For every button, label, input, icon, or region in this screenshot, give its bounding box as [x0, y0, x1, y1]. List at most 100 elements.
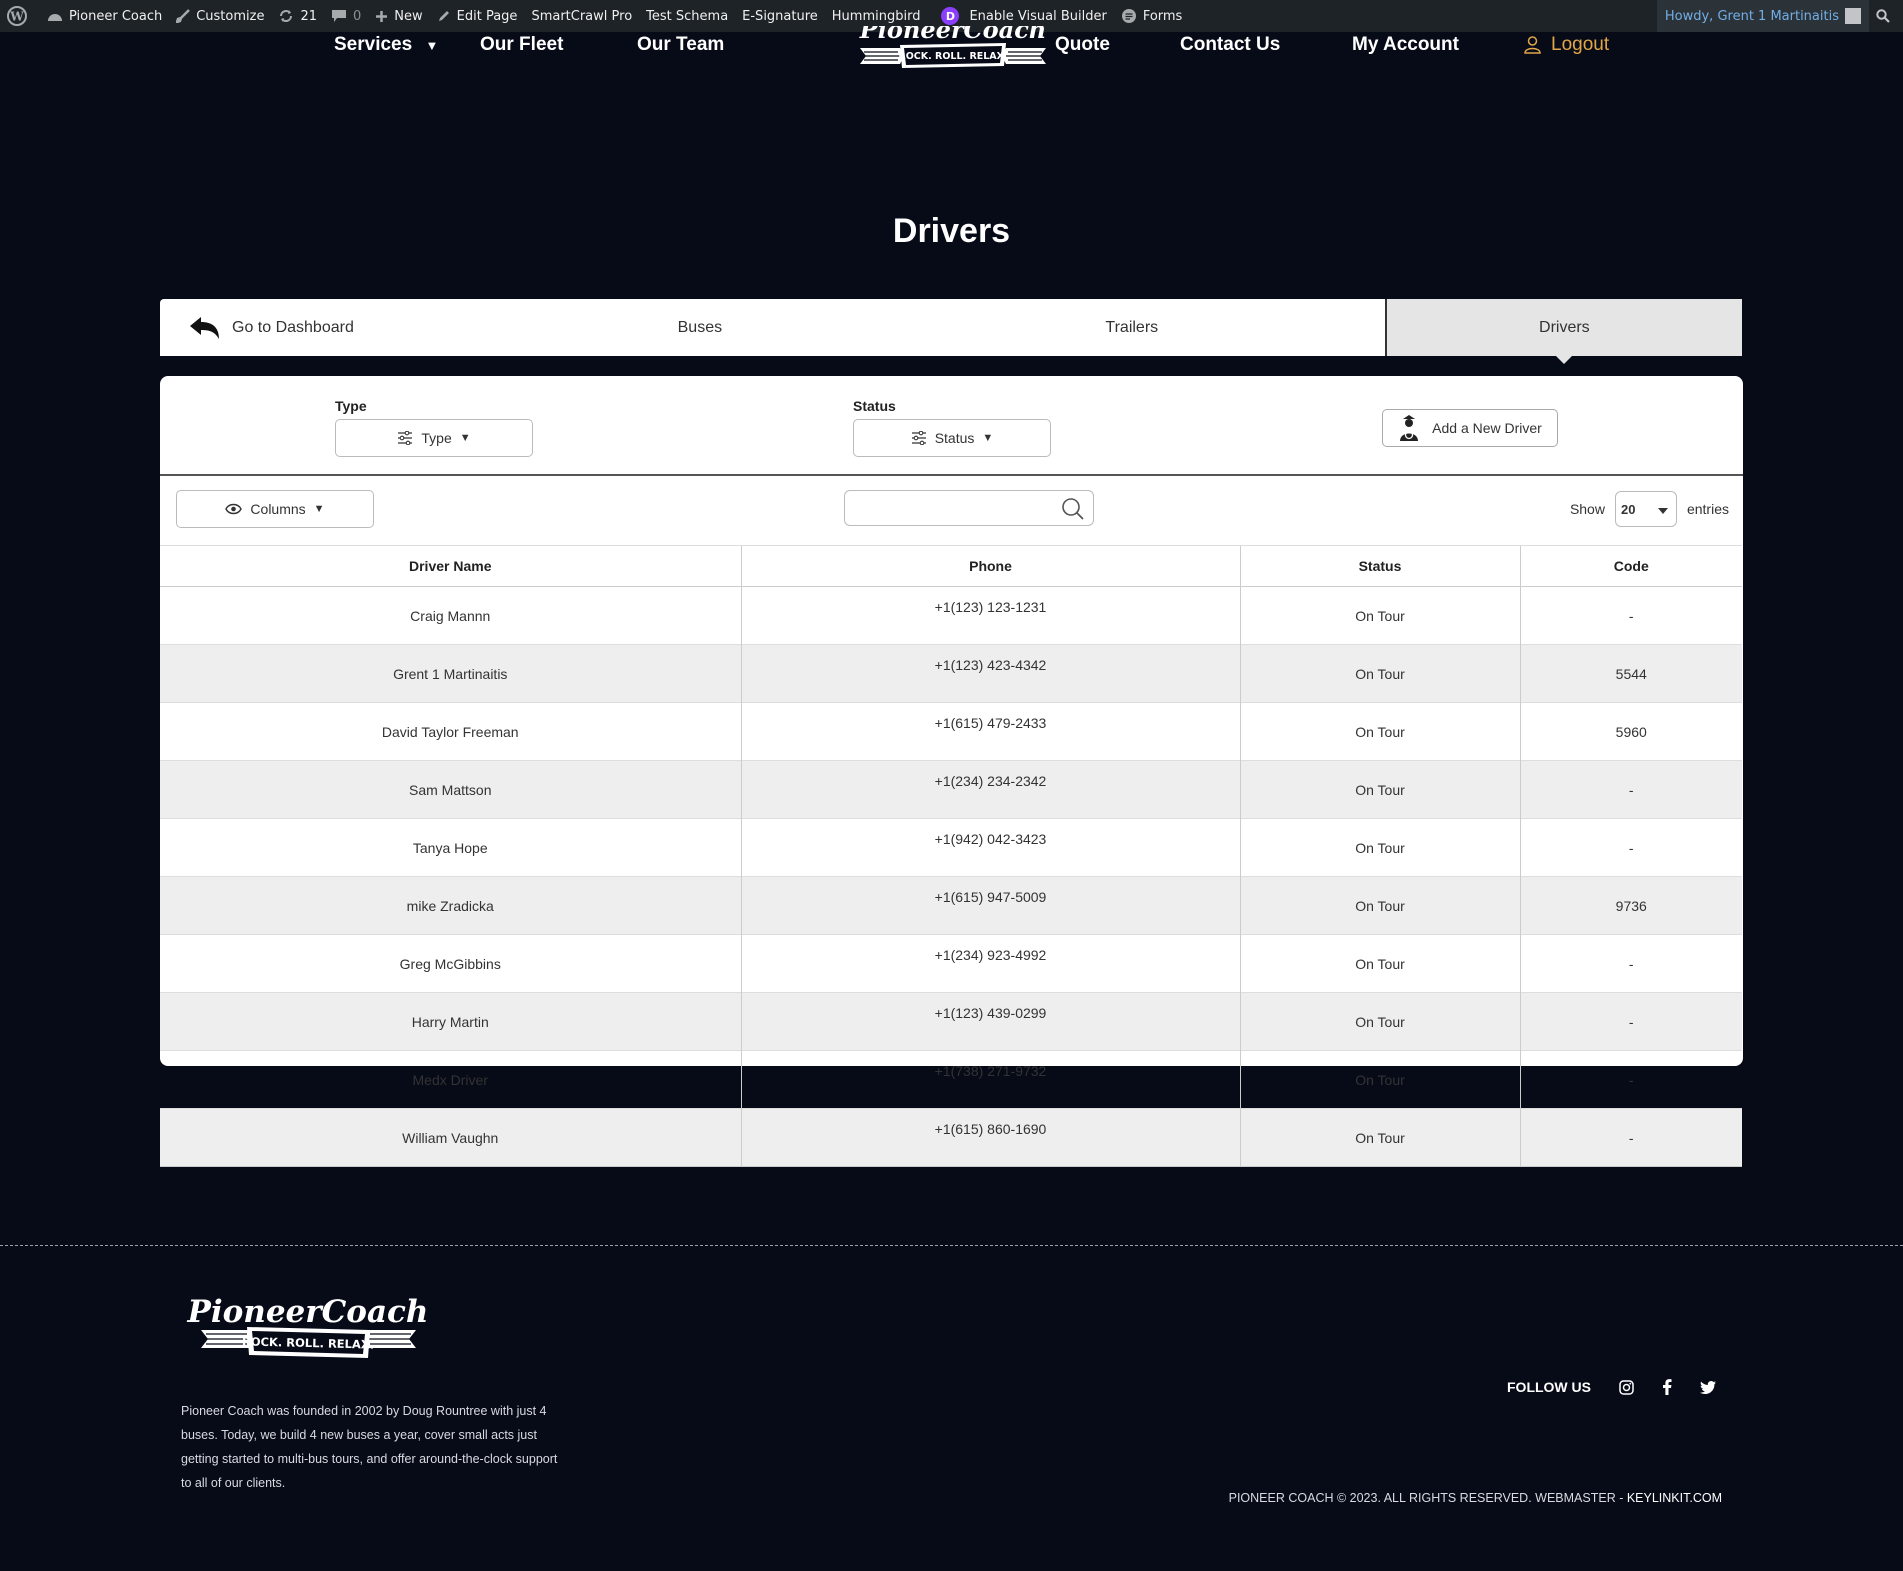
- table-row[interactable]: Greg McGibbins +1(234) 923-4992 On Tour -: [160, 934, 1742, 993]
- admin-new[interactable]: New: [368, 0, 429, 32]
- tab-buses[interactable]: Buses: [521, 299, 879, 356]
- code-cell: 9736: [1519, 876, 1742, 935]
- updates-icon: [280, 10, 293, 22]
- tab-trailers-label: Trailers: [1105, 318, 1159, 336]
- column-header-code[interactable]: Code: [1519, 545, 1742, 587]
- nav-quote[interactable]: Quote: [1055, 34, 1110, 56]
- admin-forms[interactable]: Forms: [1114, 0, 1190, 32]
- admin-howdy-label: Howdy, Grent 1 Martinaitis: [1664, 8, 1839, 24]
- driver-name-cell: Grent 1 Martinaitis: [160, 644, 741, 703]
- phone-cell: +1(234) 234-2342: [740, 760, 1240, 819]
- table-row[interactable]: Tanya Hope +1(942) 042-3423 On Tour -: [160, 818, 1742, 877]
- follow-us-label: FOLLOW US: [1507, 1379, 1591, 1395]
- nav-services[interactable]: Services ▼: [334, 34, 438, 56]
- footer-logo-text: PioneerCoach: [187, 1294, 429, 1330]
- tab-go-to-dashboard[interactable]: Go to Dashboard: [160, 299, 521, 356]
- column-header-driver-name[interactable]: Driver Name: [160, 545, 741, 587]
- table-row[interactable]: Medx Driver +1(738) 271-9732 On Tour -: [160, 1050, 1742, 1109]
- code-cell: 5960: [1519, 702, 1742, 761]
- table-row[interactable]: Craig Mannn +1(123) 123-1231 On Tour -: [160, 586, 1742, 645]
- admin-visual-builder-label: Enable Visual Builder: [969, 8, 1107, 24]
- show-entries: Show 20 entries: [1570, 490, 1729, 528]
- nav-logout[interactable]: Logout: [1524, 34, 1609, 56]
- page-title: Drivers: [892, 212, 1011, 250]
- status-cell: On Tour: [1239, 934, 1520, 993]
- table-row[interactable]: mike Zradicka +1(615) 947-5009 On Tour 9736: [160, 876, 1742, 935]
- columns-toggle-button[interactable]: Columns ▼: [176, 490, 374, 528]
- admin-hummingbird-label: Hummingbird: [831, 8, 921, 24]
- caret-down-icon: ▼: [313, 503, 325, 515]
- admin-edit-page-label: Edit Page: [456, 8, 518, 24]
- admin-edit-page[interactable]: Edit Page: [430, 0, 525, 32]
- tab-trailers[interactable]: Trailers: [879, 299, 1385, 356]
- nav-our-team[interactable]: Our Team: [637, 34, 724, 56]
- phone-cell: +1(738) 271-9732: [740, 1050, 1240, 1109]
- admin-updates[interactable]: 21: [271, 0, 324, 32]
- driver-name-cell: mike Zradicka: [160, 876, 741, 935]
- status-cell: On Tour: [1239, 876, 1520, 935]
- admin-test-schema[interactable]: Test Schema: [639, 0, 735, 32]
- admin-esignature[interactable]: E-Signature: [735, 0, 825, 32]
- table-search: [844, 490, 1094, 526]
- forms-icon: [1121, 9, 1136, 23]
- nav-our-fleet[interactable]: Our Fleet: [480, 34, 563, 56]
- sliders-icon: [398, 431, 413, 445]
- wordpress-logo-icon[interactable]: W: [0, 0, 40, 32]
- admin-smartcrawl[interactable]: SmartCrawl Pro: [524, 0, 639, 32]
- column-header-status[interactable]: Status: [1239, 545, 1520, 587]
- drivers-panel: Type Type ▼ Status Status ▼ Add a New Dr…: [160, 376, 1743, 1167]
- driver-name-cell: Tanya Hope: [160, 818, 741, 877]
- admin-search-icon[interactable]: [1869, 0, 1903, 32]
- caret-down-icon: ▼: [982, 432, 994, 444]
- footer-logo[interactable]: PioneerCoach ROCK. ROLL. RELAX.: [181, 1292, 436, 1360]
- add-new-driver-button[interactable]: Add a New Driver: [1382, 409, 1558, 447]
- table-row[interactable]: William Vaughn +1(615) 860-1690 On Tour -: [160, 1108, 1742, 1167]
- driver-name-cell: Harry Martin: [160, 992, 741, 1051]
- eye-icon: [225, 503, 243, 515]
- search-input[interactable]: [855, 492, 1059, 524]
- driver-icon: [1400, 415, 1419, 441]
- table-row[interactable]: Sam Mattson +1(234) 234-2342 On Tour -: [160, 760, 1742, 819]
- brush-icon: [176, 9, 191, 23]
- type-filter-select[interactable]: Type ▼: [335, 419, 533, 457]
- table-row[interactable]: Grent 1 Martinaitis +1(123) 423-4342 On To…: [160, 644, 1742, 703]
- add-new-driver-label: Add a New Driver: [1432, 420, 1542, 436]
- webmaster-link[interactable]: KEYLINKIT.COM: [1627, 1491, 1722, 1505]
- admin-account-menu[interactable]: Howdy, Grent 1 Martinaitis: [1656, 0, 1869, 32]
- facebook-icon[interactable]: [1662, 1379, 1672, 1395]
- search-icon[interactable]: [1061, 497, 1085, 521]
- show-label: Show: [1569, 501, 1605, 517]
- nav-services-label: Services: [334, 34, 413, 55]
- column-header-phone[interactable]: Phone: [740, 545, 1240, 587]
- admin-site-name[interactable]: Pioneer Coach: [40, 0, 169, 32]
- status-filter-select[interactable]: Status ▼: [853, 419, 1051, 457]
- nav-logout-label: Logout: [1551, 34, 1610, 55]
- footer-divider: [0, 1245, 1903, 1246]
- table-row[interactable]: David Taylor Freeman +1(615) 479-2433 On T…: [160, 702, 1742, 761]
- table-row[interactable]: Harry Martin +1(123) 439-0299 On Tour -: [160, 992, 1742, 1051]
- admin-forms-label: Forms: [1142, 8, 1183, 24]
- nav-my-account[interactable]: My Account: [1352, 34, 1459, 56]
- driver-name-cell: William Vaughn: [160, 1108, 741, 1167]
- header-logo[interactable]: PioneerCoach ROCK. ROLL. RELAX.: [858, 26, 1048, 68]
- admin-customize[interactable]: Customize: [169, 0, 271, 32]
- admin-new-label: New: [394, 8, 423, 24]
- twitter-icon[interactable]: [1700, 1380, 1716, 1394]
- admin-smartcrawl-label: SmartCrawl Pro: [531, 8, 633, 24]
- code-cell: -: [1519, 586, 1742, 645]
- entries-per-page-select[interactable]: 20: [1614, 491, 1677, 527]
- divi-icon: D: [941, 7, 960, 25]
- tab-drivers[interactable]: Drivers: [1384, 299, 1743, 364]
- status-cell: On Tour: [1239, 818, 1520, 877]
- admin-comments[interactable]: 0: [324, 0, 368, 32]
- tab-buses-label: Buses: [677, 318, 723, 336]
- follow-us: FOLLOW US: [1507, 1379, 1716, 1395]
- svg-text:PioneerCoach: PioneerCoach: [859, 26, 1047, 44]
- admin-customize-label: Customize: [196, 8, 265, 24]
- svg-text:ROCK. ROLL. RELAX.: ROCK. ROLL. RELAX.: [898, 51, 1007, 62]
- svg-text:W: W: [9, 10, 24, 24]
- phone-cell: +1(234) 923-4992: [740, 934, 1240, 993]
- instagram-icon[interactable]: [1619, 1379, 1634, 1395]
- filter-row: Type Type ▼ Status Status ▼ Add a New Dr…: [160, 376, 1743, 476]
- nav-contact-us[interactable]: Contact Us: [1180, 34, 1280, 56]
